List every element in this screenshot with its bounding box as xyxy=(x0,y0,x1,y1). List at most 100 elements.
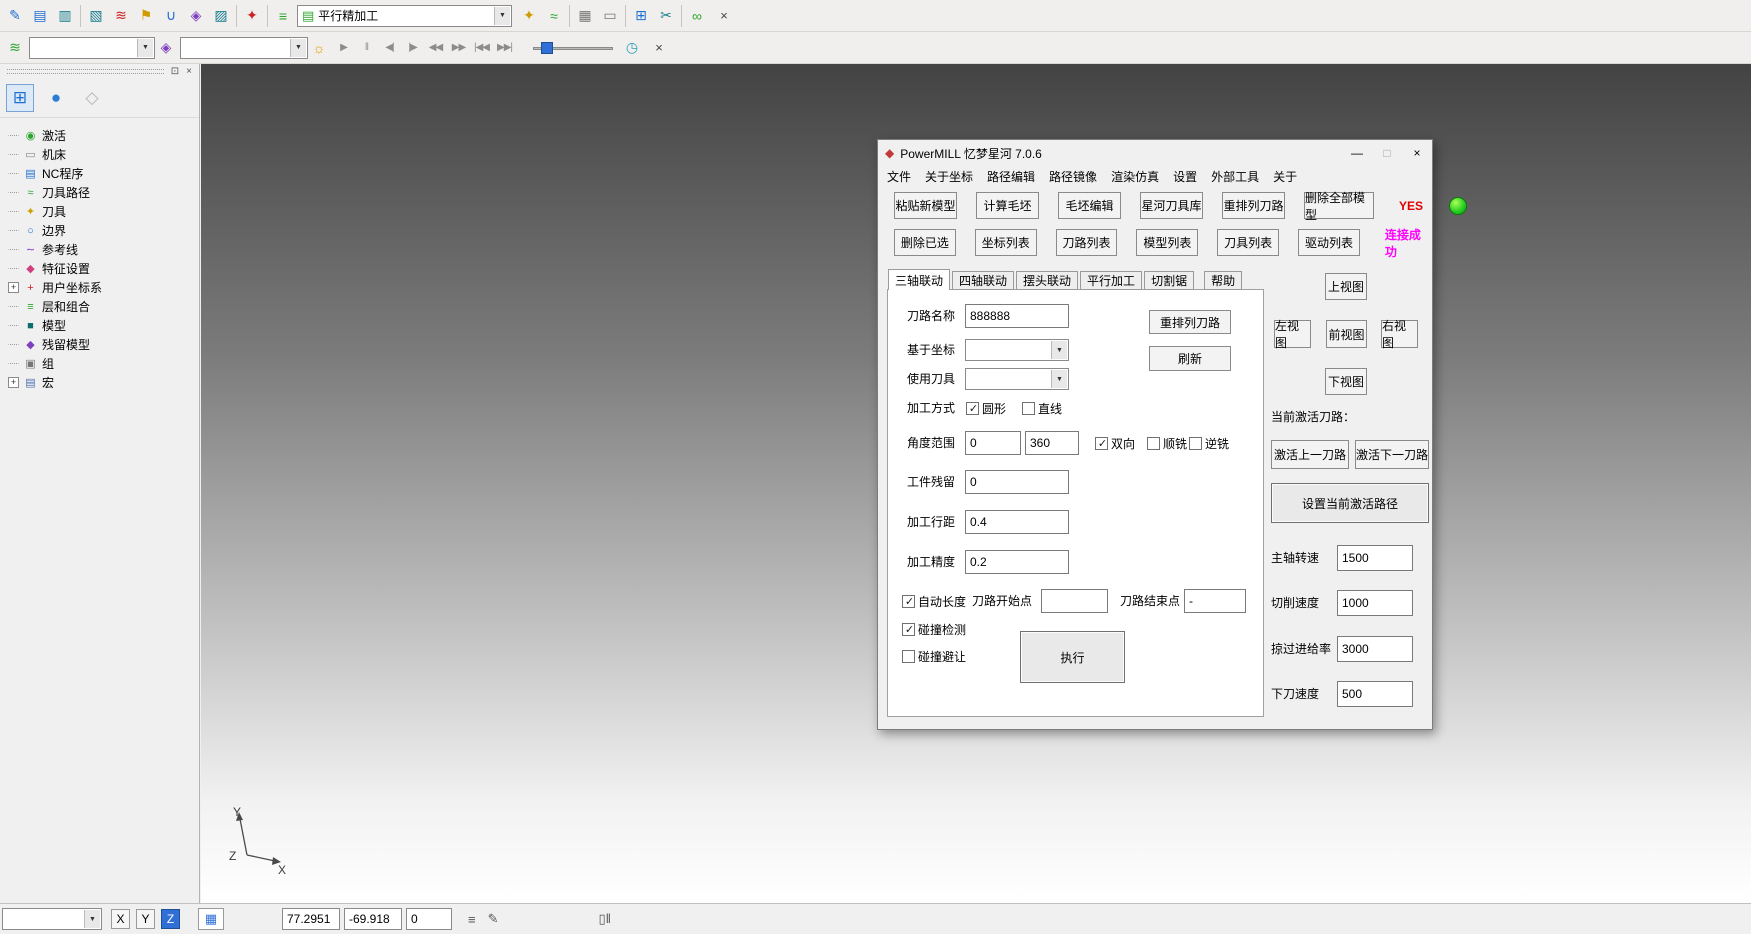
expander-icon[interactable] xyxy=(8,344,19,346)
calculator-icon[interactable]: ▦ xyxy=(574,5,596,27)
dialog-titlebar[interactable]: ◆ PowerMILL 忆梦星河 7.0.6 — □ × xyxy=(878,140,1432,166)
circle-checkbox-group[interactable]: 圆形 xyxy=(966,399,1006,417)
toolpath-start-input[interactable] xyxy=(1041,589,1108,613)
strategy-combo[interactable]: ▤ 平行精加工 ▼ xyxy=(297,5,512,27)
skim-feed-rate-input[interactable] xyxy=(1337,636,1413,662)
tree-item-stock-models[interactable]: ◆ 残留模型 xyxy=(8,335,199,354)
toolpath-name-input[interactable] xyxy=(965,304,1069,328)
chevron-down-icon[interactable]: ▼ xyxy=(290,39,306,57)
tab-4axis[interactable]: 四轴联动 xyxy=(952,271,1014,290)
stepover-input[interactable] xyxy=(965,510,1069,534)
tree-item-levels-sets[interactable]: ≡ 层和组合 xyxy=(8,297,199,316)
cutting-speed-input[interactable] xyxy=(1337,590,1413,616)
step-forward-button[interactable]: |▶ xyxy=(402,38,423,58)
expander-icon[interactable] xyxy=(8,325,19,327)
delete-selected-button[interactable]: 删除已选 xyxy=(894,229,956,256)
clock-icon[interactable]: ◷ xyxy=(621,37,643,59)
print-icon[interactable]: ▥ xyxy=(54,5,76,27)
simulation-tool-icon[interactable]: ◈ xyxy=(155,37,177,59)
play-button[interactable]: ▶ xyxy=(333,38,354,58)
coordinate-select[interactable]: ▼ xyxy=(965,339,1069,361)
pause-button[interactable]: ‖ xyxy=(356,38,377,58)
view-bottom-button[interactable]: 下视图 xyxy=(1325,368,1367,395)
toolpath-end-input[interactable] xyxy=(1184,589,1246,613)
simulation-tool-combo[interactable]: ▼ xyxy=(180,37,308,59)
expander-icon[interactable] xyxy=(8,230,19,232)
simulation-toolbar-close-icon[interactable]: × xyxy=(650,39,668,57)
plunge-speed-input[interactable] xyxy=(1337,681,1413,707)
view-left-button[interactable]: 左视图 xyxy=(1274,320,1311,348)
delete-all-models-button[interactable]: 删除全部模型 xyxy=(1304,192,1374,219)
rearrange-toolpaths-button[interactable]: 重排列刀路 xyxy=(1222,192,1285,219)
conventional-mill-checkbox-group[interactable]: 逆铣 xyxy=(1189,434,1229,452)
ghost-icon[interactable]: ◇ xyxy=(78,84,106,112)
auto-length-checkbox[interactable] xyxy=(902,595,915,608)
globe-icon[interactable]: ● xyxy=(42,84,70,112)
axis-x-button[interactable]: X xyxy=(111,909,130,929)
menu-path-edit[interactable]: 路径编辑 xyxy=(980,166,1042,186)
levels-icon[interactable]: ≡ xyxy=(272,5,294,27)
model-list-button[interactable]: 模型列表 xyxy=(1136,229,1198,256)
chevron-down-icon[interactable]: ▼ xyxy=(137,39,153,57)
simulation-toolpath-combo[interactable]: ▼ xyxy=(29,37,155,59)
expander-icon[interactable] xyxy=(8,363,19,365)
drill-icon[interactable]: ⚑ xyxy=(135,5,157,27)
collision-check-checkbox-group[interactable]: 碰撞检测 xyxy=(902,620,966,638)
activate-next-toolpath-button[interactable]: 激活下一刀路 xyxy=(1355,440,1429,469)
execute-button[interactable]: 执行 xyxy=(1020,631,1125,683)
chevron-down-icon[interactable]: ▼ xyxy=(84,910,100,928)
slider-handle[interactable] xyxy=(541,42,553,54)
tree-item-tools[interactable]: ✦ 刀具 xyxy=(8,202,199,221)
tree-item-models[interactable]: ■ 模型 xyxy=(8,316,199,335)
expander-icon[interactable] xyxy=(8,154,19,156)
rearrange-toolpath-button[interactable]: 重排列刀路 xyxy=(1149,310,1231,334)
activate-previous-toolpath-button[interactable]: 激活上一刀路 xyxy=(1271,440,1349,469)
climb-mill-checkbox-group[interactable]: 顺铣 xyxy=(1147,434,1187,452)
rewind-button[interactable]: ◀◀ xyxy=(425,38,446,58)
circle-checkbox[interactable] xyxy=(966,402,979,415)
light-icon[interactable]: ☼ xyxy=(308,37,330,59)
tab-3axis[interactable]: 三轴联动 xyxy=(888,269,950,290)
collision-check-checkbox[interactable] xyxy=(902,623,915,636)
draw-icon[interactable]: ✎ xyxy=(488,911,499,927)
display-toggle-icon[interactable]: ▯‖ xyxy=(599,911,612,927)
panel-float-icon[interactable]: ⊡ xyxy=(168,65,182,77)
tab-cutting-saw[interactable]: 切割锯 xyxy=(1144,271,1194,290)
coordinate-list-button[interactable]: 坐标列表 xyxy=(975,229,1037,256)
menu-path-mirror[interactable]: 路径镜像 xyxy=(1042,166,1104,186)
tool-list-button[interactable]: 刀具列表 xyxy=(1217,229,1279,256)
climb-mill-checkbox[interactable] xyxy=(1147,437,1160,450)
simulation-entity-icon[interactable]: ≋ xyxy=(4,37,26,59)
tab-swivel-head[interactable]: 摆头联动 xyxy=(1016,271,1078,290)
save-project-icon[interactable]: ▤ xyxy=(29,5,51,27)
workplane-icon[interactable]: ▨ xyxy=(210,5,232,27)
refresh-button[interactable]: 刷新 xyxy=(1149,346,1231,371)
grid-icon[interactable]: ▦ xyxy=(198,908,224,930)
tree-item-patterns[interactable]: ∼ 参考线 xyxy=(8,240,199,259)
axis-z-button[interactable]: Z xyxy=(161,909,180,929)
block-edit-button[interactable]: 毛坯编辑 xyxy=(1058,192,1121,219)
block-icon[interactable]: ▧ xyxy=(85,5,107,27)
chevron-down-icon[interactable]: ▼ xyxy=(494,7,510,25)
expander-icon[interactable] xyxy=(8,192,19,194)
menu-about[interactable]: 关于 xyxy=(1266,166,1304,186)
toolpath-strategies-icon[interactable]: ≋ xyxy=(110,5,132,27)
tool-library-button[interactable]: 星河刀具库 xyxy=(1140,192,1203,219)
clipping-icon[interactable]: ✂ xyxy=(655,5,677,27)
go-to-start-button[interactable]: |◀◀ xyxy=(471,38,492,58)
explorer-tree-icon[interactable]: ⊞ xyxy=(6,84,34,112)
chart-icon[interactable]: ⊞ xyxy=(630,5,652,27)
tree-item-macros[interactable]: + ▤ 宏 xyxy=(8,373,199,392)
measure-icon[interactable]: ▭ xyxy=(599,5,621,27)
angle-to-input[interactable] xyxy=(1025,431,1079,455)
expander-icon[interactable] xyxy=(8,306,19,308)
menu-external-tools[interactable]: 外部工具 xyxy=(1204,166,1266,186)
menu-coordinates[interactable]: 关于坐标 xyxy=(918,166,980,186)
new-model-icon[interactable]: ✎ xyxy=(4,5,26,27)
view-top-button[interactable]: 上视图 xyxy=(1325,273,1367,300)
expander-icon[interactable] xyxy=(8,249,19,251)
minimize-button[interactable]: — xyxy=(1342,142,1372,164)
tool-icon[interactable]: ✦ xyxy=(241,5,263,27)
boundary-icon[interactable]: ∪ xyxy=(160,5,182,27)
panel-grip[interactable] xyxy=(7,69,164,74)
